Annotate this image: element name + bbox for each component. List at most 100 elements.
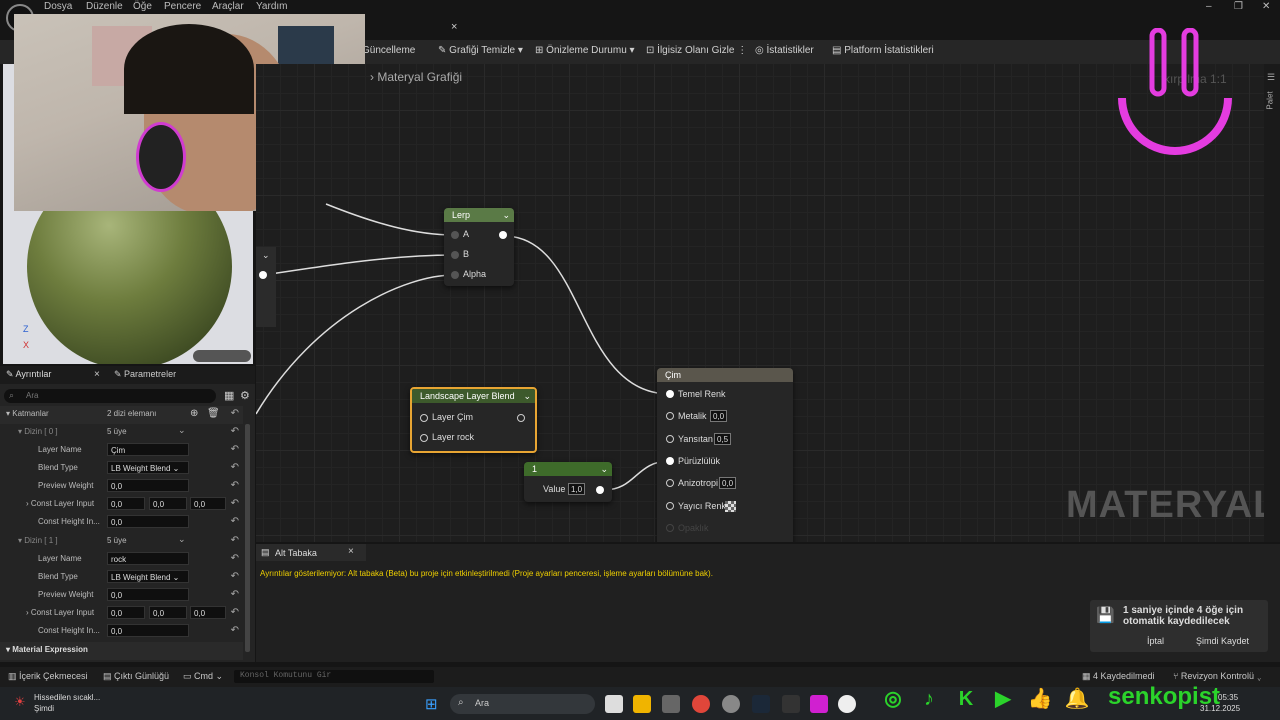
reset-icon[interactable]: ↶ [231, 480, 239, 491]
maximize-button[interactable]: ❐ [1234, 1, 1243, 12]
preview-shapes-toolbar[interactable] [193, 350, 251, 362]
reset-icon[interactable]: ↶ [231, 607, 239, 618]
update-button[interactable]: Güncelleme [362, 45, 415, 56]
chevron-down-icon[interactable]: ⌄ [502, 208, 510, 222]
anisotropy-pin[interactable] [666, 479, 674, 487]
index-1-row[interactable]: ▾ Dizin [ 1 ] 5 üye ⌄ ↶ [0, 533, 243, 551]
layer-rock-pin[interactable] [420, 434, 428, 442]
const-height-input[interactable]: 0,0 [107, 624, 189, 637]
const-layer-input-x[interactable]: 0,0 [107, 606, 145, 619]
chevron-down-icon[interactable]: ⌄ [523, 389, 531, 403]
landscape-output-pin[interactable] [517, 414, 525, 422]
index-0-row[interactable]: ▾ Dizin [ 0 ] 5 üye ⌄ ↶ [0, 424, 243, 442]
blend-type-select[interactable]: LB Weight Blend ⌄ [107, 461, 189, 474]
task-view-icon[interactable] [605, 695, 623, 713]
console-input[interactable]: Konsol Komutunu Gir [234, 670, 434, 683]
emissive-pin[interactable] [666, 502, 674, 510]
params-tab[interactable]: ✎ Parametreler [114, 369, 176, 380]
landscape-layer-blend-node[interactable]: Landscape Layer Blend ⌄ Layer Çim Layer r… [410, 387, 537, 453]
palette-side-tab[interactable]: ☰ Palet [1264, 64, 1280, 542]
reset-icon[interactable]: ↶ [231, 498, 239, 509]
const-layer-input-y[interactable]: 0,0 [149, 606, 187, 619]
layer-cim-pin[interactable] [420, 414, 428, 422]
menu-edit[interactable]: Düzenle [86, 1, 123, 12]
const-layer-input-z[interactable]: 0,0 [190, 606, 226, 619]
clock-time[interactable]: 05:35 [1218, 693, 1238, 702]
lerp-output-pin[interactable] [499, 231, 507, 239]
gear-icon[interactable]: ⚙ [240, 389, 250, 402]
specular-value[interactable]: 0,5 [714, 433, 732, 445]
tab-close-button[interactable]: × [451, 21, 457, 33]
lerp-b-pin[interactable] [451, 251, 459, 259]
details-search-input[interactable]: ⌕ Ara [4, 389, 216, 403]
const-layer-input-y[interactable]: 0,0 [149, 497, 187, 510]
cmd-button[interactable]: ▭ Cmd ⌄ [183, 671, 223, 682]
reset-icon[interactable]: ↶ [231, 516, 239, 527]
epic-games-icon[interactable] [782, 695, 800, 713]
autosave-cancel-button[interactable]: İptal [1147, 636, 1164, 646]
const-layer-input-x[interactable]: 0,0 [107, 497, 145, 510]
offscreen-output-pin[interactable] [259, 271, 267, 279]
layers-row[interactable]: ▾ Katmanlar 2 dizi elemanı ⊕ 🗑 ↶ [0, 406, 243, 424]
constant-value-field[interactable]: 1,0 [568, 483, 586, 495]
chevron-down-icon[interactable]: ⌄ [600, 462, 608, 476]
hide-unrelated-button[interactable]: ⊡ İlgisiz Olanı Gizle ⋮ [646, 45, 747, 56]
reset-icon[interactable]: ↶ [231, 444, 239, 455]
anisotropy-value[interactable]: 0,0 [719, 477, 737, 489]
metallic-value[interactable]: 0,0 [710, 410, 728, 422]
roughness-pin[interactable] [666, 457, 674, 465]
base-color-pin[interactable] [666, 390, 674, 398]
const-layer-input-z[interactable]: 0,0 [190, 497, 226, 510]
opacity-pin[interactable] [666, 524, 674, 532]
preview-weight-input[interactable]: 0,0 [107, 479, 189, 492]
reset-icon[interactable]: ↶ [231, 408, 239, 419]
weather-title[interactable]: Hissedilen sıcakl... [34, 693, 100, 702]
table-view-icon[interactable]: ▦ [224, 389, 234, 402]
menu-file[interactable]: Dosya [44, 1, 72, 12]
platform-stats-button[interactable]: ▤ Platform İstatistikleri [832, 45, 934, 56]
reset-icon[interactable]: ↶ [231, 462, 239, 473]
lerp-node[interactable]: Lerp ⌄ A B Alpha [444, 208, 514, 286]
material-output-node[interactable]: Çim Temel Renk Metalik 0,0 Yansıtan 0,5 … [657, 368, 793, 542]
constant-node[interactable]: 1 ⌄ Value 1,0 [524, 462, 612, 502]
windows-start-icon[interactable]: ⊞ [425, 695, 438, 713]
layer-name-input[interactable]: Çim [107, 443, 189, 456]
menu-tools[interactable]: Araçlar [212, 1, 244, 12]
chevron-down-icon[interactable]: ⌄ [178, 534, 186, 545]
menu-asset[interactable]: Öğe [133, 1, 152, 12]
lerp-alpha-pin[interactable] [451, 271, 459, 279]
steam-icon[interactable] [752, 695, 770, 713]
menu-window[interactable]: Pencere [164, 1, 201, 12]
lerp-a-pin[interactable] [451, 231, 459, 239]
reset-icon[interactable]: ↶ [231, 553, 239, 564]
layer-name-input[interactable]: rock [107, 552, 189, 565]
store-icon[interactable] [662, 695, 680, 713]
stats-button[interactable]: ◎ İstatistikler [755, 45, 814, 56]
preview-weight-input[interactable]: 0,0 [107, 588, 189, 601]
lerp-node-header[interactable]: Lerp ⌄ [444, 208, 514, 222]
details-close-button[interactable]: × [94, 369, 100, 380]
close-window-button[interactable]: ✕ [1262, 1, 1270, 12]
add-icon[interactable]: ⊕ [190, 408, 198, 419]
taskbar-search-input[interactable]: ⌕ Ara [450, 694, 595, 714]
material-expression-row[interactable]: ▾ Material Expression [0, 642, 243, 660]
clean-graph-button[interactable]: ✎ Grafiği Temizle ▾ [438, 45, 523, 56]
unreal-editor-icon[interactable] [838, 695, 856, 713]
menu-help[interactable]: Yardım [256, 1, 288, 12]
details-scrollbar[interactable] [245, 424, 250, 652]
metallic-pin[interactable] [666, 412, 674, 420]
blend-type-select[interactable]: LB Weight Blend ⌄ [107, 570, 189, 583]
file-explorer-icon[interactable] [633, 695, 651, 713]
offscreen-node[interactable]: ⌄ [256, 247, 276, 327]
reset-icon[interactable]: ↶ [231, 571, 239, 582]
reset-icon[interactable]: ↶ [231, 625, 239, 636]
substrate-tab[interactable]: ▤ Alt Tabaka × [256, 544, 366, 561]
details-tab[interactable]: ✎ Ayrıntılar [6, 369, 51, 380]
content-drawer-button[interactable]: ▥ İçerik Çekmecesi [8, 671, 88, 682]
specular-pin[interactable] [666, 435, 674, 443]
chrome-icon[interactable] [692, 695, 710, 713]
trash-icon[interactable]: 🗑 [207, 408, 220, 419]
reset-icon[interactable]: ↶ [231, 589, 239, 600]
minimize-button[interactable]: – [1206, 1, 1212, 12]
media-app-icon[interactable] [810, 695, 828, 713]
